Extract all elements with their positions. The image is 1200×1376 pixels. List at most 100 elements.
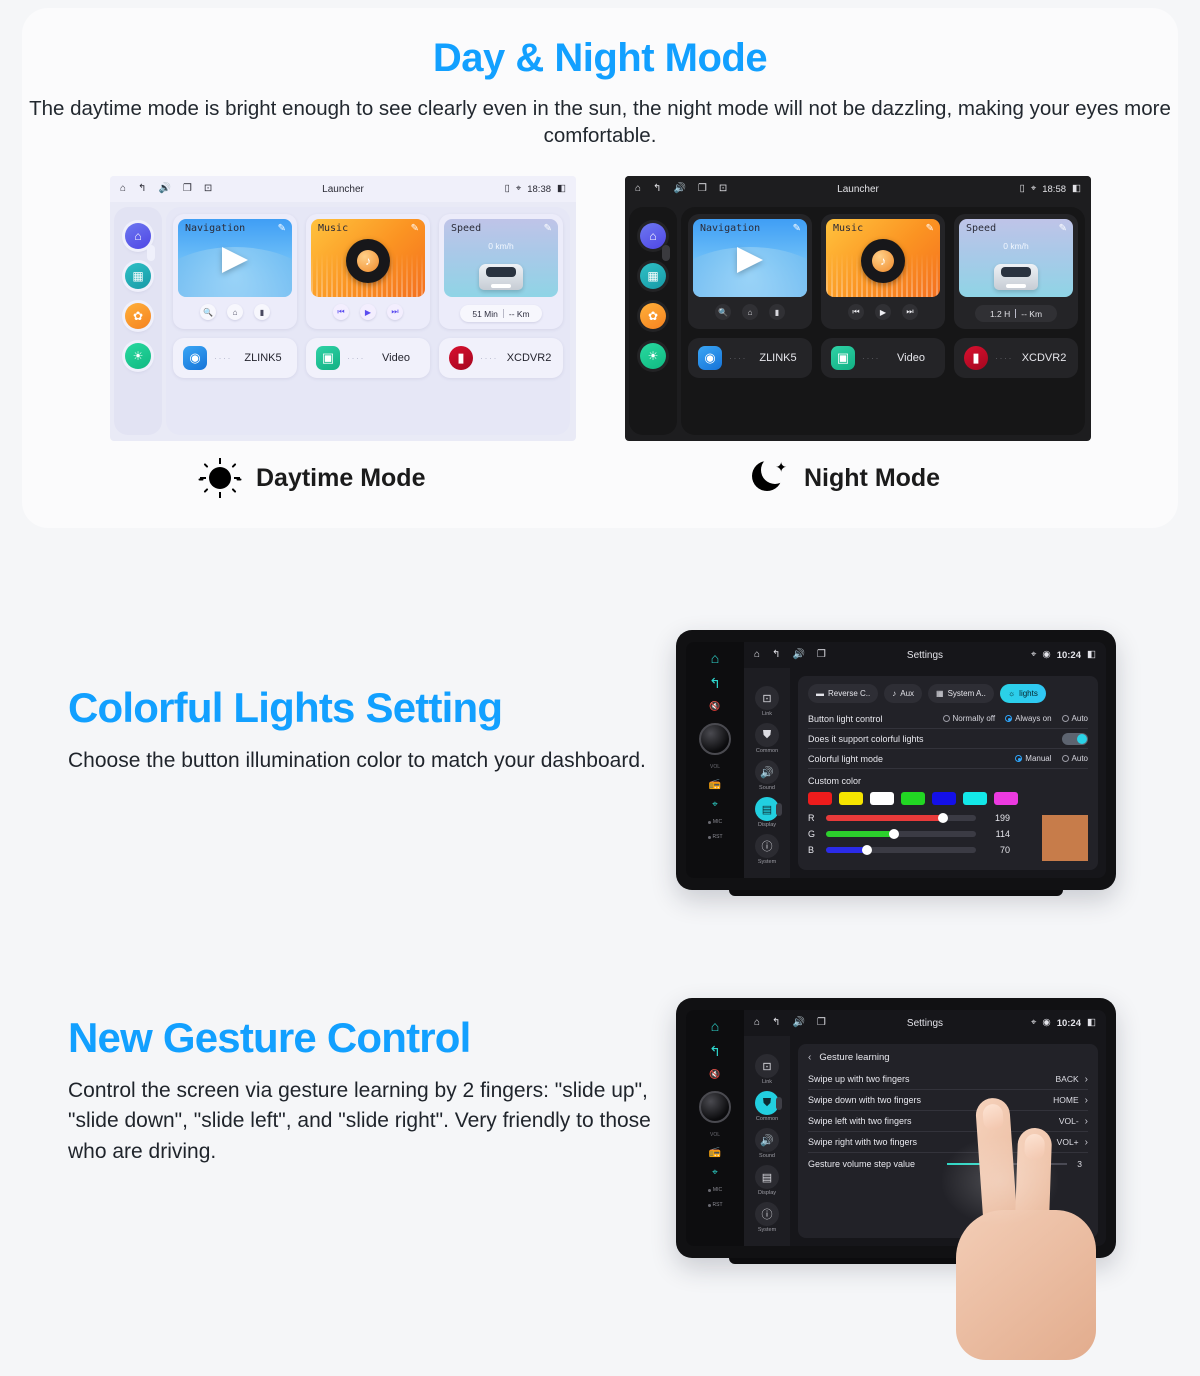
home-icon[interactable]: ⌂	[120, 184, 126, 194]
music-widget[interactable]: Music ✎ ♪ ⏮ ▶ ⏭	[821, 214, 945, 329]
back-icon[interactable]: ↰	[653, 184, 661, 194]
home-icon[interactable]: ⌂	[711, 650, 719, 666]
next-icon[interactable]: ⏭	[387, 304, 403, 320]
volume-knob[interactable]	[699, 723, 731, 755]
edit-icon[interactable]: ✎	[1059, 223, 1067, 234]
home-icon[interactable]: ⌂	[742, 304, 758, 320]
speed-widget[interactable]: Speed ✎ 0 km/h 1.2 H -- Km	[954, 214, 1078, 329]
chevron-right-icon[interactable]: ›	[1085, 1116, 1088, 1127]
split-screen-icon[interactable]: ⊡	[204, 184, 212, 194]
location-icon[interactable]: ⌖	[712, 799, 718, 810]
recents-icon[interactable]: ❐	[817, 650, 826, 660]
rail-settings-icon[interactable]: ✿	[640, 303, 666, 329]
swatch-cyan[interactable]	[963, 792, 987, 805]
volume-icon[interactable]: 🔊	[673, 184, 685, 194]
play-icon[interactable]: ▶	[875, 304, 891, 320]
rail-home-icon[interactable]: ⌂	[640, 223, 670, 261]
back-chevron-icon[interactable]: ‹	[808, 1052, 811, 1063]
row-colorful-light-mode[interactable]: Colorful light mode Manual Auto	[808, 749, 1088, 769]
swatch-red[interactable]	[808, 792, 832, 805]
volume-knob[interactable]	[699, 1091, 731, 1123]
prev-icon[interactable]: ⏮	[848, 304, 864, 320]
radio-auto[interactable]: Auto	[1061, 714, 1088, 723]
recents-icon[interactable]: ❐	[817, 1018, 826, 1028]
back-icon[interactable]: ↰	[709, 675, 721, 692]
back-icon[interactable]: ↰	[138, 184, 146, 194]
app-video[interactable]: ▣ ···· Video	[306, 338, 430, 378]
back-icon[interactable]: ↰	[772, 650, 780, 660]
slider-row-g[interactable]: G 114	[808, 829, 1024, 839]
swatch-blue[interactable]	[932, 792, 956, 805]
signal-icon[interactable]: ▮	[769, 304, 785, 320]
slider-row-r[interactable]: R 199	[808, 813, 1024, 823]
prev-icon[interactable]: ⏮	[333, 304, 349, 320]
colorful-lights-device[interactable]: ⌂ ↰ 🔇 VOL 📻 ⌖ MIC RST ⌂ ↰ 🔊 ❐ Settings ⌖	[676, 630, 1116, 896]
app-zlink5[interactable]: ◉ ···· ZLINK5	[688, 338, 812, 378]
radio-normally-off[interactable]: Normally off	[942, 714, 995, 723]
gesture-row-swipe-right[interactable]: Swipe right with two fingers VOL+ ›	[808, 1132, 1088, 1153]
menu-item-system[interactable]: ⓘ System	[755, 834, 779, 865]
home-icon[interactable]: ⌂	[635, 184, 641, 194]
chip-system-a[interactable]: ▦ System A..	[928, 684, 994, 703]
slider-track-b[interactable]	[826, 845, 976, 855]
daytime-launcher-screen[interactable]: ⌂ ↰ 🔊 ❐ ⊡ Launcher ▯ ⌖ 18:38 ◧ ⌂ ▦ ✿ ☀ N…	[110, 176, 576, 441]
menu-item-link[interactable]: ⊡ Link	[755, 686, 779, 717]
gesture-row-swipe-up[interactable]: Swipe up with two fingers BACK ›	[808, 1069, 1088, 1090]
split-screen-icon[interactable]: ⊡	[719, 184, 727, 194]
swatch-white[interactable]	[870, 792, 894, 805]
home-icon[interactable]: ⌂	[711, 1018, 719, 1034]
navigation-widget[interactable]: Navigation ✎ 🔍 ⌂ ▮	[173, 214, 297, 329]
app-video[interactable]: ▣ ···· Video	[821, 338, 945, 378]
location-icon[interactable]: ⌖	[712, 1167, 718, 1178]
edit-icon[interactable]: ✎	[411, 223, 419, 234]
rail-settings-icon[interactable]: ✿	[125, 303, 151, 329]
app-xcdvr2[interactable]: ▮ ···· XCDVR2	[954, 338, 1078, 378]
recents-icon[interactable]: ❐	[698, 184, 707, 194]
home-icon[interactable]: ⌂	[754, 650, 760, 660]
swatch-green[interactable]	[901, 792, 925, 805]
gesture-learning-header[interactable]: ‹ Gesture learning	[808, 1052, 1088, 1069]
speed-widget[interactable]: Speed ✎ 0 km/h 51 Min -- Km	[439, 214, 563, 329]
swatch-yellow[interactable]	[839, 792, 863, 805]
rail-home-icon[interactable]: ⌂	[125, 223, 155, 261]
menu-item-display[interactable]: ▤ Display	[755, 1165, 779, 1196]
rail-brightness-icon[interactable]: ☀	[640, 343, 666, 369]
chevron-right-icon[interactable]: ›	[1085, 1095, 1088, 1106]
home-icon[interactable]: ⌂	[227, 304, 243, 320]
edit-icon[interactable]: ✎	[793, 223, 801, 234]
row-supports-colorful-lights[interactable]: Does it support colorful lights	[808, 729, 1088, 749]
signal-icon[interactable]: ▮	[254, 304, 270, 320]
radio-manual[interactable]: Manual	[1015, 754, 1052, 763]
row-button-light-control[interactable]: Button light control Normally off Always…	[808, 709, 1088, 729]
radio-icon[interactable]: 📻	[709, 779, 721, 790]
chevron-right-icon[interactable]: ›	[1085, 1137, 1088, 1148]
slider-row-b[interactable]: B 70	[808, 845, 1024, 855]
back-icon[interactable]: ↰	[772, 1018, 780, 1028]
chip-reverse-camera[interactable]: ▬ Reverse C..	[808, 684, 879, 703]
swatch-magenta[interactable]	[994, 792, 1018, 805]
gesture-row-swipe-left[interactable]: Swipe left with two fingers VOL- ›	[808, 1111, 1088, 1132]
night-launcher-screen[interactable]: ⌂ ↰ 🔊 ❐ ⊡ Launcher ▯ ⌖ 18:58 ◧ ⌂ ▦ ✿ ☀ N…	[625, 176, 1091, 441]
music-widget[interactable]: Music ✎ ♪ ⏮ ▶ ⏭	[306, 214, 430, 329]
app-xcdvr2[interactable]: ▮ ···· XCDVR2	[439, 338, 563, 378]
volume-icon[interactable]: 🔊	[158, 184, 170, 194]
rail-apps-icon[interactable]: ▦	[640, 263, 666, 289]
rail-brightness-icon[interactable]: ☀	[125, 343, 151, 369]
edit-icon[interactable]: ✎	[278, 223, 286, 234]
gesture-control-device[interactable]: ⌂ ↰ 🔇 VOL 📻 ⌖ MIC RST ⌂ ↰ 🔊 ❐ Settings ⌖	[676, 998, 1116, 1360]
app-zlink5[interactable]: ◉ ···· ZLINK5	[173, 338, 297, 378]
search-icon[interactable]: 🔍	[200, 304, 216, 320]
gesture-row-step-value[interactable]: Gesture volume step value 3	[808, 1153, 1088, 1174]
slider-track-r[interactable]	[826, 813, 976, 823]
edit-icon[interactable]: ✎	[544, 223, 552, 234]
volume-icon[interactable]: 🔊	[792, 1018, 804, 1028]
gesture-row-swipe-down[interactable]: Swipe down with two fingers HOME ›	[808, 1090, 1088, 1111]
menu-item-sound[interactable]: 🔊 Sound	[755, 760, 779, 791]
edit-icon[interactable]: ✎	[926, 223, 934, 234]
radio-always-on[interactable]: Always on	[1005, 714, 1052, 723]
colorful-lights-toggle[interactable]	[1062, 732, 1088, 745]
radio-auto[interactable]: Auto	[1061, 754, 1088, 763]
mute-icon[interactable]: 🔇	[709, 1069, 720, 1080]
recents-icon[interactable]: ❐	[183, 184, 192, 194]
volume-icon[interactable]: 🔊	[792, 650, 804, 660]
